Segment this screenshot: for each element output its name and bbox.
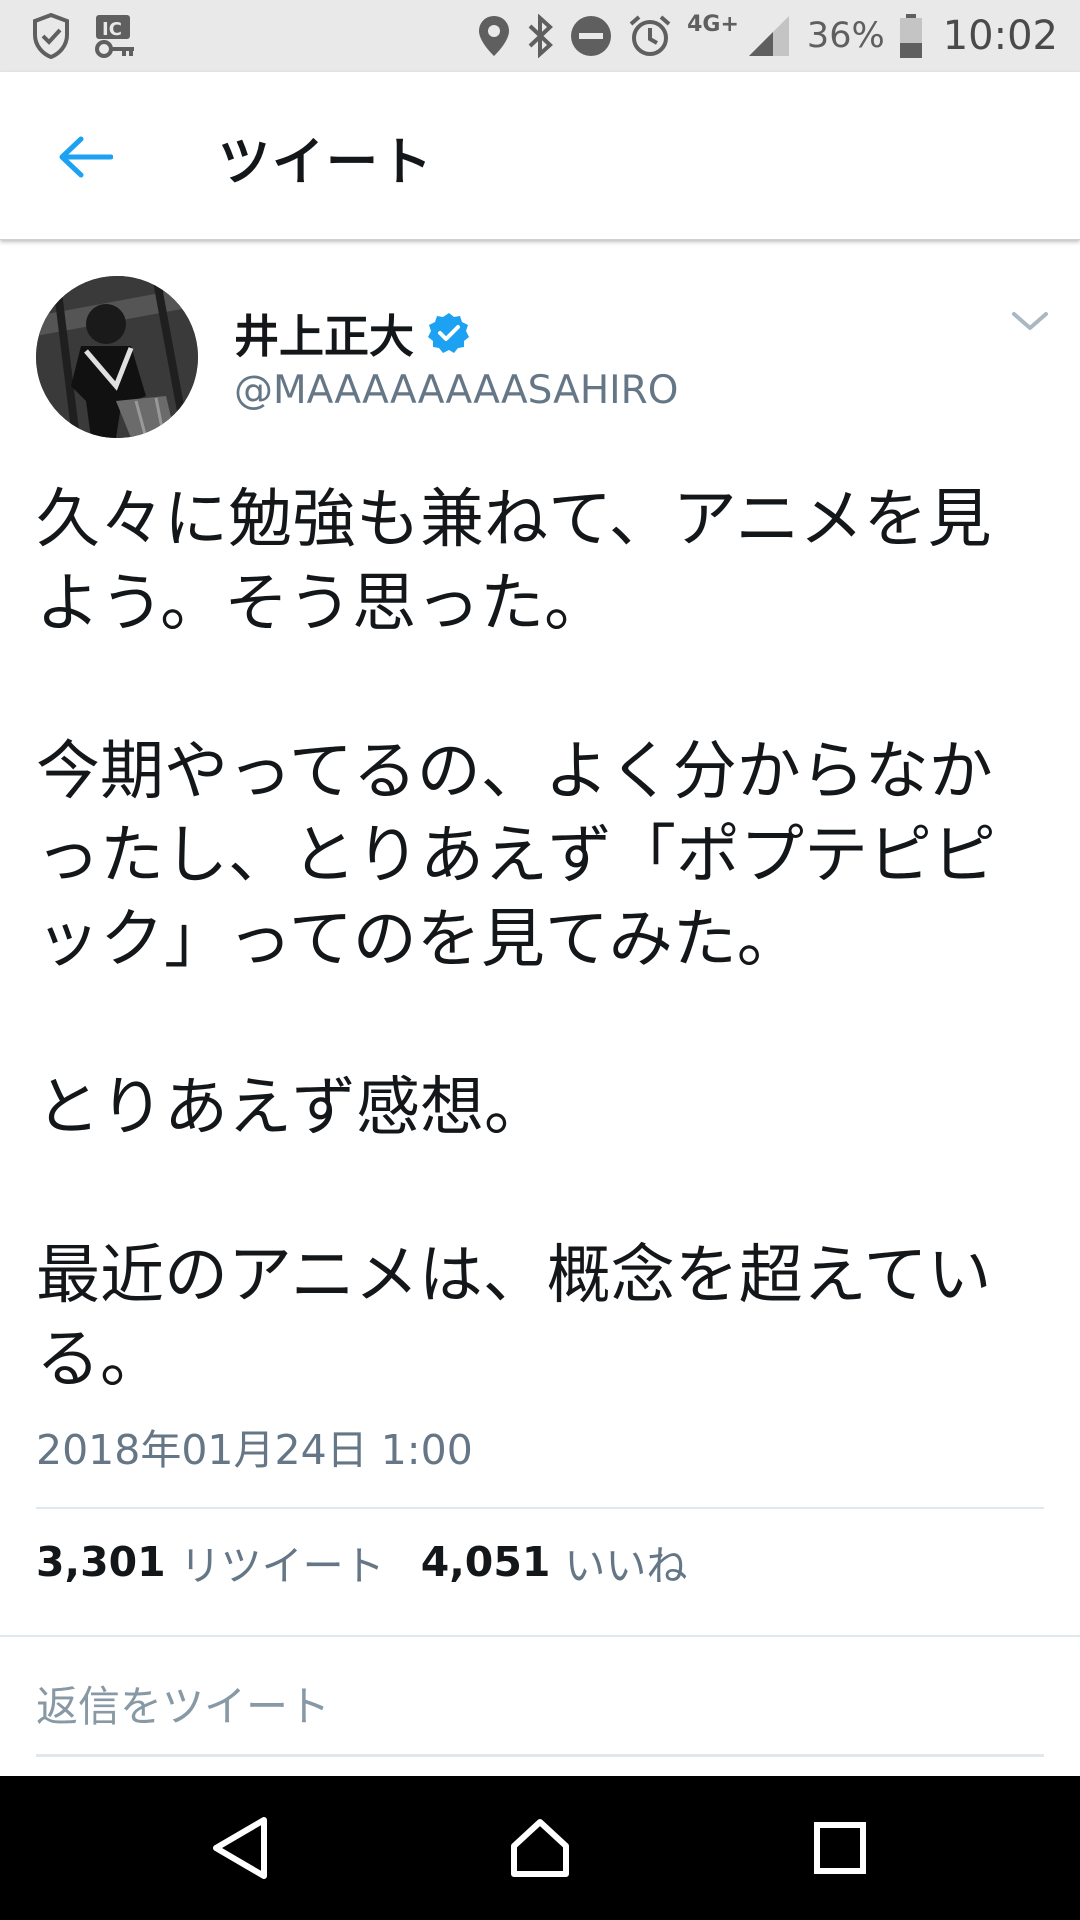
signal-icon <box>747 14 793 58</box>
nav-home-button[interactable] <box>500 1808 580 1888</box>
tweet-stats: 3,301 リツイート 4,051 いいね <box>36 1532 687 1592</box>
tweet-text: 久々に勉強も兼ねて、アニメを見よう。そう思った。 今期やってるの、よく分からなか… <box>36 483 996 1397</box>
retweet-label[interactable]: リツイート <box>180 1532 385 1592</box>
network-type: 4G+ <box>687 11 739 37</box>
location-icon <box>477 14 511 58</box>
battery-icon <box>899 13 923 59</box>
reply-input-underline <box>36 1754 1044 1757</box>
divider <box>0 1635 1080 1637</box>
author-name-row[interactable]: 井上正大 <box>234 300 470 365</box>
do-not-disturb-icon <box>569 14 613 58</box>
triangle-back-icon <box>213 1817 267 1879</box>
chevron-down-icon <box>1012 312 1048 330</box>
author-name: 井上正大 <box>234 310 415 363</box>
nav-recents-button[interactable] <box>800 1808 880 1888</box>
author-handle[interactable]: @MAAAAAAAASAHIRO <box>234 368 678 413</box>
battery-percent: 36% <box>806 16 885 56</box>
like-count[interactable]: 4,051 <box>421 1538 551 1586</box>
status-bar: IC 4G+ 36% 10:02 <box>0 0 1080 72</box>
more-options-button[interactable] <box>1010 306 1050 336</box>
back-arrow-icon <box>59 136 113 178</box>
system-nav-bar <box>0 1776 1080 1920</box>
retweet-count[interactable]: 3,301 <box>36 1538 166 1586</box>
ic-key-icon: IC <box>94 13 138 59</box>
shield-check-icon <box>32 13 70 59</box>
home-icon <box>511 1819 569 1877</box>
back-button[interactable] <box>50 122 120 192</box>
bluetooth-icon <box>525 14 555 58</box>
divider <box>36 1507 1044 1509</box>
clock: 10:02 <box>942 13 1058 59</box>
verified-badge-icon <box>428 312 470 353</box>
avatar[interactable] <box>36 276 198 438</box>
tweet-timestamp: 2018年01月24日 1:00 <box>36 1426 473 1474</box>
like-label[interactable]: いいね <box>564 1532 687 1592</box>
app-bar: ツイート <box>0 72 1080 240</box>
nav-back-button[interactable] <box>200 1808 280 1888</box>
alarm-icon <box>627 13 673 59</box>
svg-text:IC: IC <box>102 19 122 40</box>
square-recents-icon <box>814 1822 866 1874</box>
page-title: ツイート <box>218 133 435 193</box>
reply-input[interactable]: 返信をツイート <box>36 1660 1044 1746</box>
